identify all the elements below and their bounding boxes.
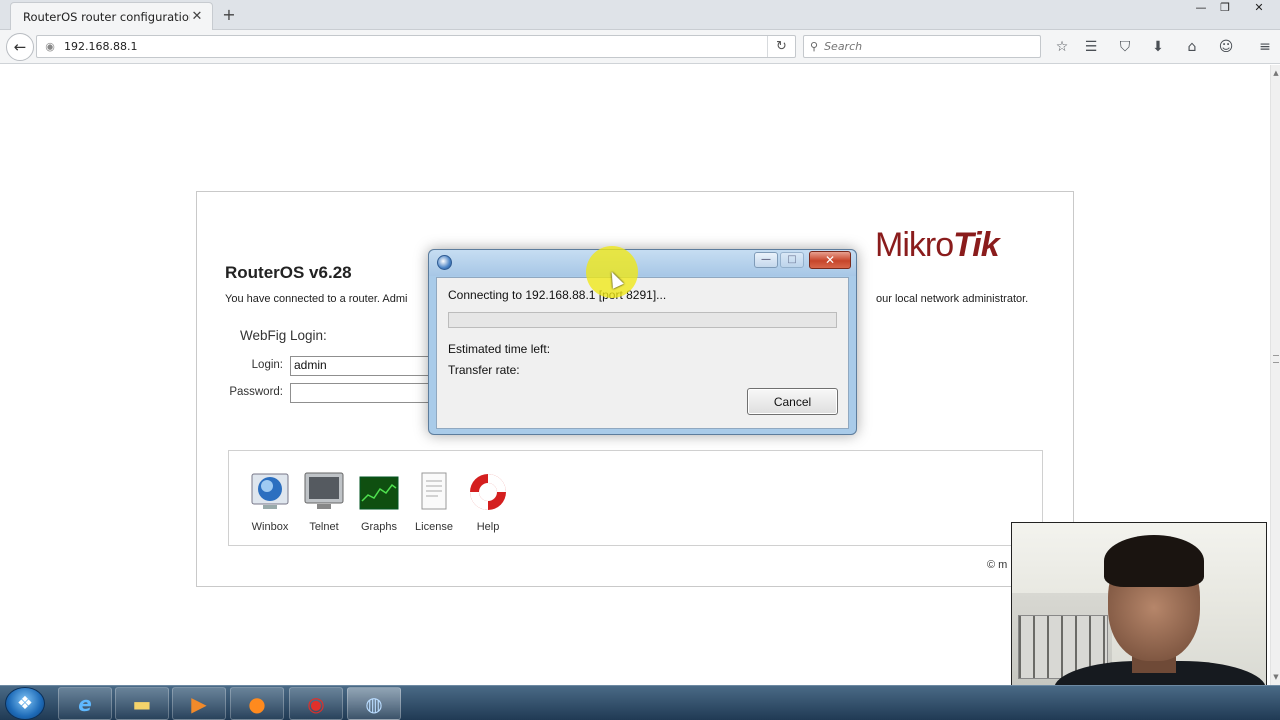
winbox-link[interactable]: Winbox (243, 471, 297, 533)
dialog-minimize-button[interactable]: — (754, 252, 778, 268)
window-close-button[interactable]: ✕ (1244, 0, 1274, 16)
taskbar-firefox[interactable]: ● (230, 687, 284, 720)
back-button[interactable]: ← (6, 33, 34, 61)
intro-text: You have connected to a router. Admi (225, 293, 408, 305)
search-bar[interactable]: ⚲ (803, 35, 1041, 58)
browser-tab-bar: RouterOS router configuration ... ✕ + — … (0, 0, 1280, 30)
downloads-icon[interactable]: ⬇ (1148, 38, 1168, 56)
scroll-down-icon[interactable]: ▼ (1271, 673, 1280, 681)
chat-icon[interactable]: ☺ (1216, 38, 1236, 56)
url-bar[interactable]: ◉ 192.168.88.1 ↻ (36, 35, 796, 58)
taskbar-screen-recorder[interactable]: ◉ (289, 687, 343, 720)
tab-title: RouterOS router configuration ... (23, 9, 190, 24)
tools-panel: Winbox Telnet Graphs License Help (228, 450, 1043, 546)
screen: RouterOS router configuration ... ✕ + — … (0, 0, 1280, 720)
logo-part-2: Tik (953, 226, 1000, 264)
taskbar-file-explorer[interactable]: ▬ (115, 687, 169, 720)
app-label: Help (476, 521, 500, 533)
scroll-up-icon[interactable]: ▲ (1271, 69, 1280, 77)
dialog-body: Connecting to 192.168.88.1 [port 8291]..… (436, 277, 849, 429)
reading-list-icon[interactable]: ☰ (1081, 38, 1101, 56)
intro-text-continued: our local network administrator. (876, 293, 1029, 305)
connect-dialog: — □ ✕ Connecting to 192.168.88.1 [port 8… (428, 249, 857, 435)
new-tab-button[interactable]: + (220, 5, 238, 24)
taskbar-internet-explorer[interactable]: e (58, 687, 112, 720)
winbox-icon (251, 473, 289, 509)
start-button[interactable]: ❖ (5, 687, 45, 720)
taskbar-winbox[interactable]: ◍ (347, 687, 401, 720)
winbox-taskbar-icon: ◍ (365, 691, 383, 716)
connecting-status: Connecting to 192.168.88.1 [port 8291]..… (448, 288, 667, 302)
app-label: Telnet (309, 521, 339, 533)
app-label: License (415, 521, 453, 533)
telnet-link[interactable]: Telnet (297, 471, 351, 533)
license-icon (421, 472, 447, 510)
password-label: Password: (229, 386, 283, 398)
page-scrollbar[interactable]: ▲ ▼ (1270, 65, 1280, 685)
media-player-icon: ▶ (191, 691, 207, 716)
copyright-text: © m (987, 559, 1008, 571)
login-input[interactable]: admin (290, 356, 440, 376)
search-input[interactable] (824, 40, 1025, 53)
winbox-app-icon (437, 255, 452, 270)
dialog-titlebar[interactable]: — □ ✕ (429, 250, 856, 276)
pocket-icon[interactable]: ⛉ (1115, 38, 1135, 56)
bookmark-star-icon[interactable]: ☆ (1052, 38, 1072, 56)
estimated-time-label: Estimated time left: (448, 342, 551, 356)
reload-icon[interactable]: ↻ (767, 36, 795, 57)
webcam-person-hair (1104, 535, 1204, 587)
cancel-button[interactable]: Cancel (747, 388, 838, 415)
help-icon (470, 474, 506, 510)
login-label: Login: (251, 359, 283, 371)
search-icon: ⚲ (810, 40, 819, 53)
telnet-icon (304, 472, 344, 509)
graphs-icon (359, 476, 399, 510)
browser-tab[interactable]: RouterOS router configuration ... ✕ (10, 2, 213, 30)
graphs-link[interactable]: Graphs (352, 471, 406, 533)
page-title: RouterOS v6.28 (225, 263, 352, 282)
folder-icon: ▬ (132, 691, 152, 716)
menu-icon[interactable]: ≡ (1255, 38, 1275, 56)
webfig-login-heading: WebFig Login: (240, 328, 327, 343)
scroll-grip[interactable] (1273, 355, 1279, 363)
home-icon[interactable]: ⌂ (1182, 38, 1202, 56)
window-restore-button[interactable]: ❐ (1210, 0, 1240, 16)
mikrotik-logo: MikroTik (875, 226, 1000, 265)
firefox-icon: ● (248, 691, 266, 716)
site-info-icon[interactable]: ◉ (40, 40, 60, 53)
dialog-maximize-button[interactable]: □ (780, 252, 804, 268)
windows-logo-icon: ❖ (16, 693, 34, 714)
password-input[interactable] (290, 383, 440, 403)
license-link[interactable]: License (407, 471, 461, 533)
windows-taskbar: ❖ e ▬ ▶ ● ◉ ◍ (0, 685, 1280, 720)
app-label: Graphs (360, 521, 398, 533)
browser-nav-bar: ← ◉ 192.168.88.1 ↻ ⚲ ☆ ☰ ⛉ ⬇ ⌂ ☺ ≡ (0, 30, 1280, 64)
transfer-rate-label: Transfer rate: (448, 363, 520, 377)
help-link[interactable]: Help (461, 471, 515, 533)
app-label: Winbox (251, 521, 289, 533)
dialog-close-button[interactable]: ✕ (809, 251, 851, 269)
screen-recorder-icon: ◉ (307, 691, 325, 716)
tab-close-icon[interactable]: ✕ (190, 9, 204, 24)
taskbar-media-player[interactable]: ▶ (172, 687, 226, 720)
logo-part-1: Mikro (875, 226, 954, 264)
connection-progress-bar (448, 312, 837, 328)
internet-explorer-icon: e (78, 691, 92, 716)
url-text[interactable]: 192.168.88.1 (64, 40, 767, 53)
back-arrow-icon: ← (13, 38, 27, 56)
